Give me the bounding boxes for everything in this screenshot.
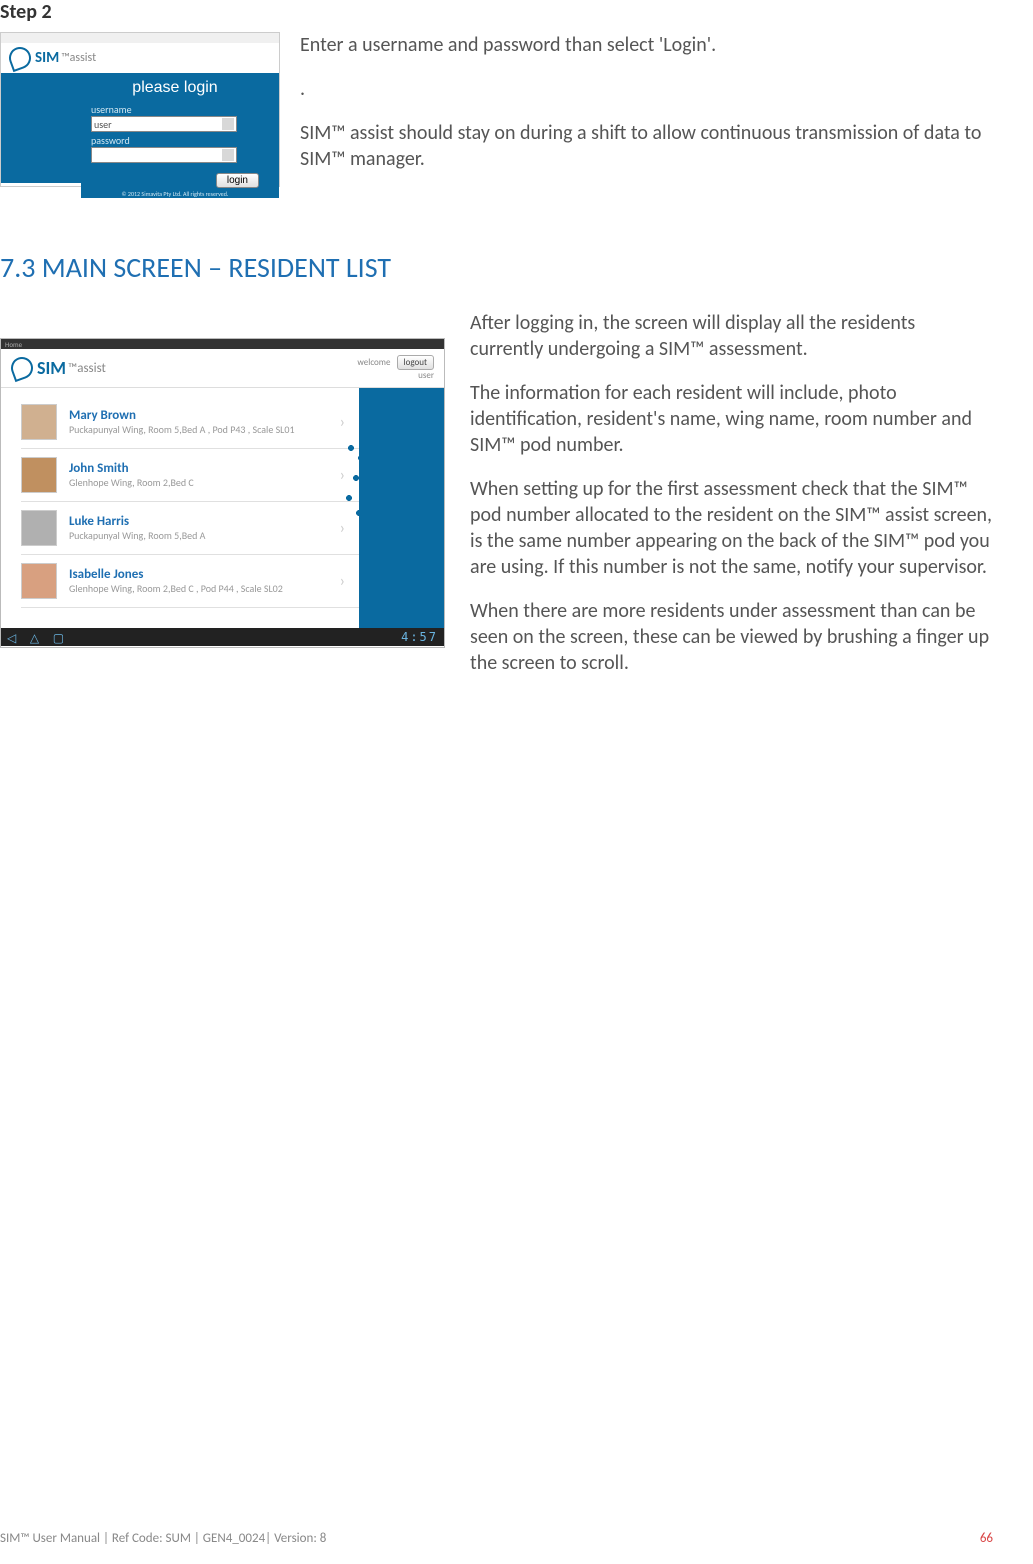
resident-detail: Glenhope Wing, Room 2,Bed C , Pod P44 , … bbox=[69, 582, 340, 595]
step2-p2: . bbox=[300, 76, 993, 102]
dots-decoration-icon bbox=[341, 438, 391, 558]
step-2-text: Enter a username and password than selec… bbox=[300, 32, 993, 190]
sim-logo-icon bbox=[8, 354, 36, 382]
password-label: password bbox=[91, 134, 259, 147]
nav-home-icon[interactable]: △ bbox=[30, 632, 39, 646]
welcome-label: welcome bbox=[357, 357, 390, 368]
chevron-right-icon: › bbox=[340, 413, 351, 432]
resident-name: Mary Brown bbox=[69, 408, 340, 423]
welcome-user: user bbox=[357, 370, 434, 381]
please-login-label: please login bbox=[91, 77, 259, 101]
login-panel: please login username user password logi… bbox=[1, 73, 279, 183]
s73-p2: The information for each resident will i… bbox=[470, 380, 993, 458]
list-item[interactable]: Mary Brown Puckapunyal Wing, Room 5,Bed … bbox=[21, 396, 359, 449]
sim-logo-text: SIM bbox=[35, 49, 59, 67]
resident-name: Isabelle Jones bbox=[69, 567, 340, 582]
username-value: user bbox=[94, 118, 112, 131]
logout-button[interactable]: logout bbox=[397, 355, 434, 370]
footer-left: SIM™ User Manual | Ref Code: SUM | GEN4_… bbox=[0, 1531, 326, 1546]
avatar bbox=[21, 404, 57, 440]
step2-p3: SIM™ assist should stay on during a shif… bbox=[300, 120, 993, 172]
list-item[interactable]: Isabelle Jones Glenhope Wing, Room 2,Bed… bbox=[21, 555, 359, 608]
sim-logo-text: SIM bbox=[37, 357, 66, 379]
sim-logo-sub: ™assist bbox=[61, 51, 96, 65]
s73-p1: After logging in, the screen will displa… bbox=[470, 310, 993, 362]
section-7-3-row: Home SIM ™assist welcome logout user bbox=[0, 310, 993, 694]
lock-icon bbox=[222, 149, 234, 161]
resident-name: John Smith bbox=[69, 461, 340, 476]
username-label: username bbox=[91, 103, 259, 116]
username-input[interactable]: user bbox=[91, 116, 237, 132]
resident-body: Mary Brown Puckapunyal Wing, Room 5,Bed … bbox=[1, 388, 444, 628]
step-2-heading: Step 2 bbox=[0, 0, 993, 24]
header-right: welcome logout user bbox=[357, 355, 434, 381]
section-7-3-heading: 7.3 MAIN SCREEN – RESIDENT LIST bbox=[0, 250, 993, 285]
password-input[interactable] bbox=[91, 147, 237, 163]
sim-logo-icon bbox=[6, 44, 34, 72]
resident-detail: Puckapunyal Wing, Room 5,Bed A bbox=[69, 529, 340, 542]
login-topbar bbox=[1, 33, 279, 43]
s73-p3: When setting up for the first assessment… bbox=[470, 476, 993, 580]
resident-list[interactable]: Mary Brown Puckapunyal Wing, Room 5,Bed … bbox=[1, 388, 359, 628]
resident-header: SIM ™assist welcome logout user bbox=[1, 349, 444, 388]
tablet-clock: 4:57 bbox=[401, 630, 438, 644]
sim-logo-sub: ™assist bbox=[68, 361, 106, 376]
chevron-right-icon: › bbox=[340, 572, 351, 591]
step2-p1: Enter a username and password than selec… bbox=[300, 32, 993, 58]
step-2-row: SIM ™assist please login username user p… bbox=[0, 32, 993, 190]
tablet-navbar: ◁ △ ▢ 4:57 bbox=[1, 628, 444, 646]
resident-list-screenshot: Home SIM ™assist welcome logout user bbox=[0, 338, 445, 648]
page-number: 66 bbox=[980, 1531, 993, 1546]
tablet-statusbar: Home bbox=[1, 339, 444, 349]
section-7-3-text: After logging in, the screen will displa… bbox=[470, 310, 993, 694]
nav-recent-icon[interactable]: ▢ bbox=[53, 632, 64, 646]
resident-detail: Glenhope Wing, Room 2,Bed C bbox=[69, 476, 340, 489]
list-item[interactable]: John Smith Glenhope Wing, Room 2,Bed C › bbox=[21, 449, 359, 502]
page-footer: SIM™ User Manual | Ref Code: SUM | GEN4_… bbox=[0, 1531, 993, 1546]
resident-name: Luke Harris bbox=[69, 514, 340, 529]
user-icon bbox=[222, 118, 234, 130]
login-screenshot: SIM ™assist please login username user p… bbox=[0, 32, 280, 187]
login-copyright: © 2012 Simavita Pty Ltd. All rights rese… bbox=[91, 190, 259, 198]
resident-detail: Puckapunyal Wing, Room 5,Bed A , Pod P43… bbox=[69, 423, 340, 436]
nav-back-icon[interactable]: ◁ bbox=[7, 632, 16, 646]
s73-p4: When there are more residents under asse… bbox=[470, 598, 993, 676]
avatar bbox=[21, 563, 57, 599]
status-left: Home bbox=[5, 340, 22, 349]
list-item[interactable]: Luke Harris Puckapunyal Wing, Room 5,Bed… bbox=[21, 502, 359, 555]
resident-side-panel bbox=[359, 388, 444, 628]
sim-assist-logo: SIM ™assist bbox=[1, 43, 279, 73]
avatar bbox=[21, 510, 57, 546]
login-button[interactable]: login bbox=[216, 173, 259, 188]
avatar bbox=[21, 457, 57, 493]
sim-assist-logo: SIM ™assist bbox=[11, 357, 106, 379]
